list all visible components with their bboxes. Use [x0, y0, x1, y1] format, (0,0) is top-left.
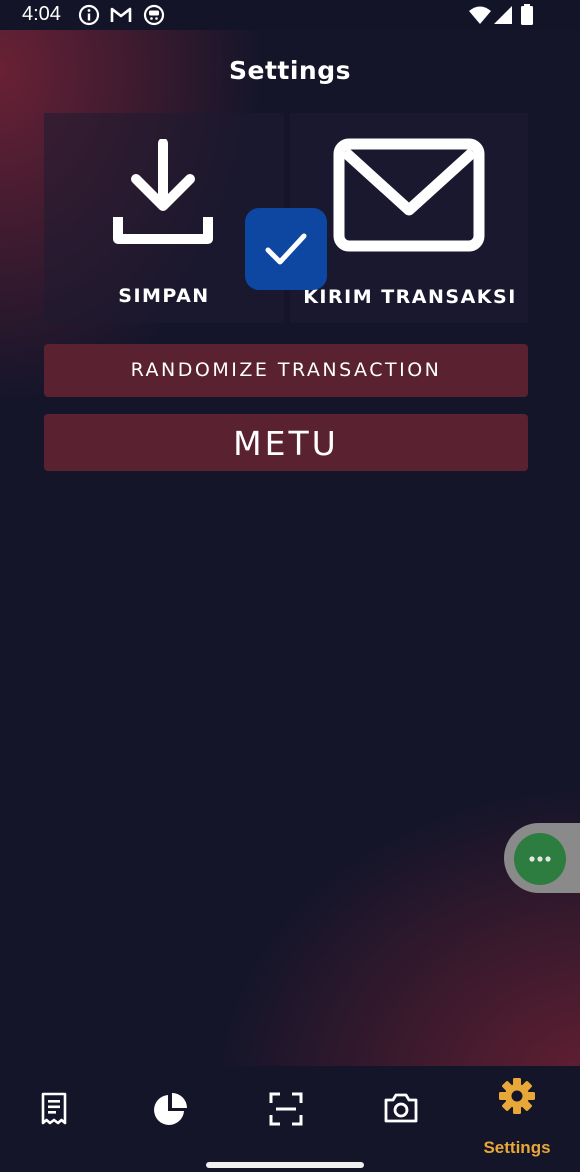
- home-indicator[interactable]: [206, 1162, 364, 1168]
- gmail-icon: [110, 4, 132, 31]
- nav-item-camera[interactable]: [361, 1086, 441, 1146]
- scan-icon: [269, 1092, 303, 1126]
- signal-icon: [492, 4, 514, 31]
- mail-icon: [333, 138, 485, 252]
- status-bar: 4:04: [0, 0, 580, 30]
- nav-item-scan[interactable]: [246, 1086, 326, 1146]
- battery-icon: [520, 4, 534, 31]
- receipt-icon: [41, 1092, 67, 1125]
- camera-icon: [384, 1093, 418, 1123]
- randomize-transaction-button[interactable]: RANDOMIZE TRANSACTION: [44, 344, 528, 397]
- status-time: 4:04: [22, 3, 61, 25]
- pie-chart-icon: [154, 1093, 187, 1125]
- app-icon: [143, 4, 165, 31]
- save-label: SIMPAN: [118, 285, 210, 307]
- nav-item-settings[interactable]: Settings: [477, 1078, 557, 1157]
- nav-label-settings: Settings: [483, 1138, 551, 1157]
- gear-icon: [499, 1078, 535, 1114]
- wifi-icon: [468, 4, 492, 31]
- check-icon: [265, 233, 307, 265]
- info-icon: [78, 4, 100, 31]
- floating-chat-bubble[interactable]: [504, 823, 580, 893]
- nav-item-reports[interactable]: [130, 1086, 210, 1146]
- bottom-nav: Settings: [0, 1066, 580, 1172]
- download-icon: [113, 139, 213, 244]
- page-title: Settings: [228, 56, 351, 85]
- more-icon: [514, 833, 566, 885]
- nav-item-receipts[interactable]: [14, 1086, 94, 1146]
- metu-button[interactable]: METU: [44, 414, 528, 471]
- selected-check-badge[interactable]: [245, 208, 327, 290]
